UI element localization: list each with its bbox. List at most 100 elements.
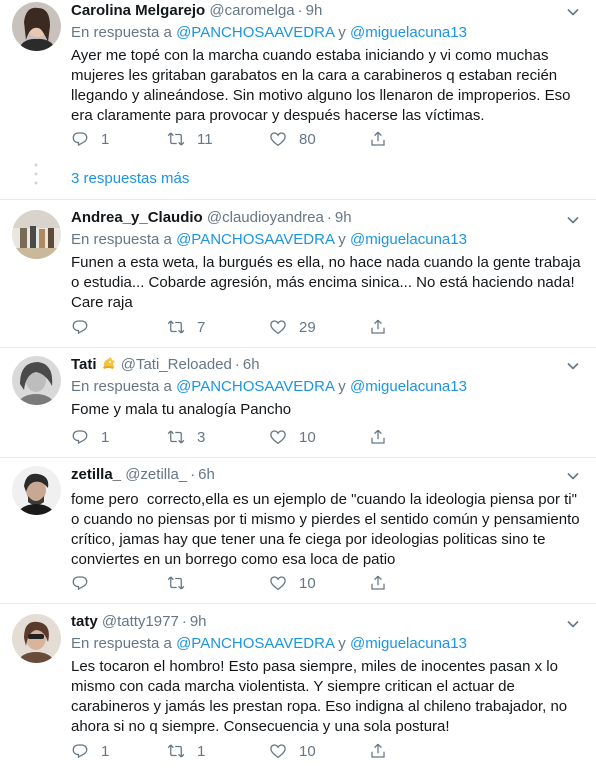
reply-conjunction: y	[338, 378, 346, 395]
share-icon	[371, 319, 385, 334]
show-more-replies-link[interactable]: 3 respuestas más	[71, 170, 189, 187]
display-name[interactable]: Carolina Melgarejo	[71, 2, 205, 19]
tweet-actions: 1 1 10	[71, 741, 471, 761]
tweet-andrea[interactable]: Andrea_y_Claudio @claudioyandrea · 9h En r…	[0, 200, 596, 348]
timestamp[interactable]: 9h	[306, 2, 323, 19]
like-button[interactable]: 29	[269, 317, 316, 337]
reply-icon	[72, 744, 88, 759]
reply-context: En respuesta a @PANCHOSAAVEDRA y @miguel…	[71, 22, 584, 44]
reply-conjunction: y	[338, 24, 346, 41]
reply-count: 1	[101, 130, 110, 148]
retweet-count: 7	[197, 318, 206, 336]
reply-label: En respuesta a	[71, 231, 172, 248]
avatar[interactable]	[12, 356, 61, 405]
display-name[interactable]: taty	[71, 613, 98, 630]
tweet-header: Andrea_y_Claudio @claudioyandrea · 9h	[71, 207, 584, 229]
share-button[interactable]	[369, 573, 387, 593]
tweet-text: Les tocaron el hombro! Esto pasa siempre…	[71, 658, 572, 735]
reply-context: En respuesta a @PANCHOSAAVEDRA y @miguel…	[71, 229, 584, 251]
tweet-actions: 7 29	[71, 317, 471, 337]
share-button[interactable]	[369, 129, 387, 149]
retweet-button[interactable]: 11	[167, 129, 213, 149]
retweet-icon	[167, 430, 185, 444]
retweet-button[interactable]: 7	[167, 317, 205, 337]
tweet-actions: 10	[71, 573, 471, 593]
reply-context: En respuesta a @PANCHOSAAVEDRA y @miguel…	[71, 633, 584, 655]
tweet-text: Ayer me topé con la marcha cuando estaba…	[71, 47, 575, 124]
timestamp[interactable]: 9h	[190, 613, 207, 630]
mention-link[interactable]: @miguelacuna13	[350, 378, 467, 395]
user-handle[interactable]: @claudioyandrea	[207, 209, 324, 226]
share-button[interactable]	[369, 317, 387, 337]
mention-link[interactable]: @miguelacuna13	[350, 635, 467, 652]
timestamp[interactable]: 6h	[198, 466, 215, 483]
avatar[interactable]	[12, 2, 61, 51]
timestamp[interactable]: 6h	[243, 356, 260, 373]
mention-link[interactable]: @PANCHOSAAVEDRA	[176, 231, 334, 248]
tweet-header: zetilla_ @zetilla_ · 6h	[71, 464, 584, 486]
heart-icon	[270, 430, 286, 445]
mention-link[interactable]: @PANCHOSAAVEDRA	[176, 378, 334, 395]
tweet-tati[interactable]: Tati @Tati_Reloaded · 6h En respuesta a @P…	[0, 348, 596, 458]
display-name[interactable]: Tati	[71, 356, 97, 373]
retweet-icon	[167, 576, 185, 590]
reply-button[interactable]: 1	[71, 427, 109, 447]
tweet-zetilla[interactable]: zetilla_ @zetilla_ · 6h fome pero correcto…	[0, 458, 596, 604]
like-button[interactable]: 10	[269, 573, 316, 593]
timestamp[interactable]: 9h	[335, 209, 352, 226]
retweet-icon	[167, 320, 185, 334]
retweet-count: 11	[197, 130, 213, 148]
mention-link[interactable]: @PANCHOSAAVEDRA	[176, 635, 334, 652]
reply-label: En respuesta a	[71, 378, 172, 395]
like-count: 10	[299, 742, 316, 760]
reply-count: 1	[101, 428, 110, 446]
tweet-header: Tati @Tati_Reloaded · 6h	[71, 354, 584, 376]
reply-icon	[72, 132, 88, 147]
reply-icon	[72, 576, 88, 591]
reply-button[interactable]: 1	[71, 129, 109, 149]
avatar[interactable]	[12, 466, 61, 515]
like-button[interactable]: 10	[269, 741, 316, 761]
display-name[interactable]: Andrea_y_Claudio	[71, 209, 203, 226]
retweet-button[interactable]	[167, 573, 197, 593]
retweet-button[interactable]: 1	[167, 741, 205, 761]
avatar[interactable]	[12, 210, 61, 259]
reply-context: En respuesta a @PANCHOSAAVEDRA y @miguel…	[71, 376, 584, 398]
heart-icon	[270, 744, 286, 759]
like-button[interactable]: 80	[269, 129, 316, 149]
separator-dot: ·	[190, 466, 196, 483]
heart-icon	[270, 132, 286, 147]
share-button[interactable]	[369, 427, 387, 447]
retweet-icon	[167, 744, 185, 758]
tweet-carolina[interactable]: Carolina Melgarejo @caromelga · 9h En resp…	[0, 0, 596, 200]
user-handle[interactable]: @zetilla_	[125, 466, 187, 483]
user-handle[interactable]: @tatty1977	[102, 613, 179, 630]
mention-link[interactable]: @PANCHOSAAVEDRA	[176, 24, 334, 41]
reply-label: En respuesta a	[71, 24, 172, 41]
user-handle[interactable]: @Tati_Reloaded	[121, 356, 232, 373]
thread-dots	[34, 163, 38, 190]
reply-icon	[72, 430, 88, 445]
display-name[interactable]: zetilla_	[71, 466, 121, 483]
tweet-taty[interactable]: taty @tatty1977 · 9h En respuesta a @PANCH…	[0, 604, 596, 768]
reply-button[interactable]: 1	[71, 741, 109, 761]
share-button[interactable]	[369, 741, 387, 761]
heart-icon	[270, 320, 286, 335]
reply-button[interactable]	[71, 317, 101, 337]
mention-link[interactable]: @miguelacuna13	[350, 24, 467, 41]
like-button[interactable]: 10	[269, 427, 316, 447]
tweet-text: Fome y mala tu analogía Pancho	[71, 401, 292, 418]
avatar[interactable]	[12, 614, 61, 663]
reply-icon	[72, 320, 88, 335]
user-handle[interactable]: @caromelga	[209, 2, 294, 19]
share-icon	[371, 429, 385, 444]
tweet-actions: 1 3 10	[71, 427, 471, 447]
reply-button[interactable]	[71, 573, 101, 593]
retweet-button[interactable]: 3	[167, 427, 205, 447]
tweet-text: fome pero correcto,ella es un ejemplo de…	[71, 491, 584, 568]
tweet-header: taty @tatty1977 · 9h	[71, 611, 584, 633]
tweet-header: Carolina Melgarejo @caromelga · 9h	[71, 0, 584, 22]
like-count: 10	[299, 574, 316, 592]
mention-link[interactable]: @miguelacuna13	[350, 231, 467, 248]
tweet-actions: 1 11 80	[71, 129, 471, 149]
